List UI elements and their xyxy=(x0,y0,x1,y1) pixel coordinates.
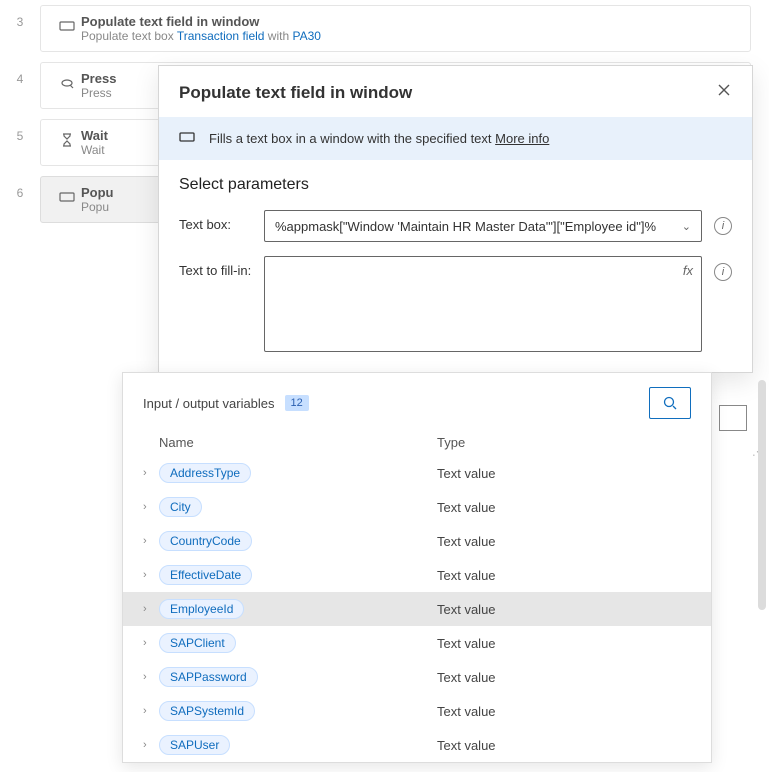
variable-type: Text value xyxy=(437,534,496,549)
chevron-down-icon: ⌄ xyxy=(682,220,691,233)
button-fragment[interactable] xyxy=(719,405,747,431)
chevron-right-icon[interactable]: › xyxy=(143,637,159,649)
variable-row[interactable]: ›SAPUser Text value xyxy=(123,728,711,762)
variables-panel: Input / output variables 12 Name Type ›A… xyxy=(122,372,712,763)
variable-pill[interactable]: SAPClient xyxy=(159,633,236,653)
textbox-icon xyxy=(179,129,195,148)
hourglass-icon xyxy=(53,128,81,148)
text-to-fill-input[interactable]: fx xyxy=(264,256,702,352)
chevron-right-icon[interactable]: › xyxy=(143,467,159,479)
variable-row[interactable]: ›CountryCode Text value xyxy=(123,524,711,558)
label-fillin: Text to fill-in: xyxy=(179,256,264,278)
dialog-info-banner: Fills a text box in a window with the sp… xyxy=(159,117,752,160)
fx-icon[interactable]: fx xyxy=(683,263,693,278)
variable-pill[interactable]: EffectiveDate xyxy=(159,565,252,585)
search-button[interactable] xyxy=(649,387,691,419)
variable-type: Text value xyxy=(437,568,496,583)
more-info-link[interactable]: More info xyxy=(495,131,549,146)
variables-count: 12 xyxy=(285,395,309,411)
action-number: 6 xyxy=(0,176,40,200)
variable-pill[interactable]: CountryCode xyxy=(159,531,252,551)
label-textbox: Text box: xyxy=(179,210,264,232)
action-row-3[interactable]: 3 Populate text field in window Populate… xyxy=(0,5,769,52)
action-properties-dialog: Populate text field in window Fills a te… xyxy=(158,65,753,373)
dialog-title: Populate text field in window xyxy=(179,83,412,103)
chevron-right-icon[interactable]: › xyxy=(143,739,159,751)
action-number: 4 xyxy=(0,62,40,86)
variable-pill[interactable]: SAPPassword xyxy=(159,667,258,687)
info-icon[interactable]: i xyxy=(714,263,732,281)
variable-type: Text value xyxy=(437,670,496,685)
variable-pill[interactable]: City xyxy=(159,497,202,517)
variable-row[interactable]: ›EmployeeId Text value xyxy=(123,592,711,626)
close-icon[interactable] xyxy=(716,82,732,103)
cursor-icon xyxy=(53,71,81,91)
variable-row[interactable]: ›EffectiveDate Text value xyxy=(123,558,711,592)
chevron-right-icon[interactable]: › xyxy=(143,671,159,683)
chevron-right-icon[interactable]: › xyxy=(143,569,159,581)
variable-pill[interactable]: SAPUser xyxy=(159,735,230,755)
variable-pill[interactable]: EmployeeId xyxy=(159,599,244,619)
chevron-right-icon[interactable]: › xyxy=(143,705,159,717)
variable-row[interactable]: ›SAPPassword Text value xyxy=(123,660,711,694)
action-number: 5 xyxy=(0,119,40,143)
chevron-right-icon[interactable]: › xyxy=(143,535,159,547)
col-type[interactable]: Type xyxy=(437,435,465,450)
variable-pill[interactable]: SAPSystemId xyxy=(159,701,255,721)
variable-type: Text value xyxy=(437,738,496,753)
variables-columns: Name Type xyxy=(123,429,711,456)
textbox-icon xyxy=(53,185,81,205)
action-subtitle: Populate text box Transaction field with… xyxy=(81,29,738,43)
scrollbar[interactable] xyxy=(758,380,766,610)
col-name[interactable]: Name xyxy=(159,435,437,450)
action-number: 3 xyxy=(0,5,40,29)
chevron-right-icon[interactable]: › xyxy=(143,501,159,513)
variable-row[interactable]: ›AddressType Text value xyxy=(123,456,711,490)
textbox-icon xyxy=(53,14,81,34)
variable-type: Text value xyxy=(437,636,496,651)
variable-type: Text value xyxy=(437,466,496,481)
variable-type: Text value xyxy=(437,602,496,617)
variables-title: Input / output variables xyxy=(143,396,275,411)
variable-row[interactable]: ›SAPClient Text value xyxy=(123,626,711,660)
info-icon[interactable]: i xyxy=(714,217,732,235)
variable-row[interactable]: ›SAPSystemId Text value xyxy=(123,694,711,728)
variable-row[interactable]: ›City Text value xyxy=(123,490,711,524)
action-title: Populate text field in window xyxy=(81,14,738,29)
variable-pill[interactable]: AddressType xyxy=(159,463,251,483)
variable-type: Text value xyxy=(437,500,496,515)
variables-rows: ›AddressTypeText value›CityText value›Co… xyxy=(123,456,711,762)
section-title: Select parameters xyxy=(179,176,732,194)
textbox-select[interactable]: %appmask["Window 'Maintain HR Master Dat… xyxy=(264,210,702,242)
chevron-right-icon[interactable]: › xyxy=(143,603,159,615)
action-card[interactable]: Populate text field in window Populate t… xyxy=(40,5,751,52)
variable-type: Text value xyxy=(437,704,496,719)
